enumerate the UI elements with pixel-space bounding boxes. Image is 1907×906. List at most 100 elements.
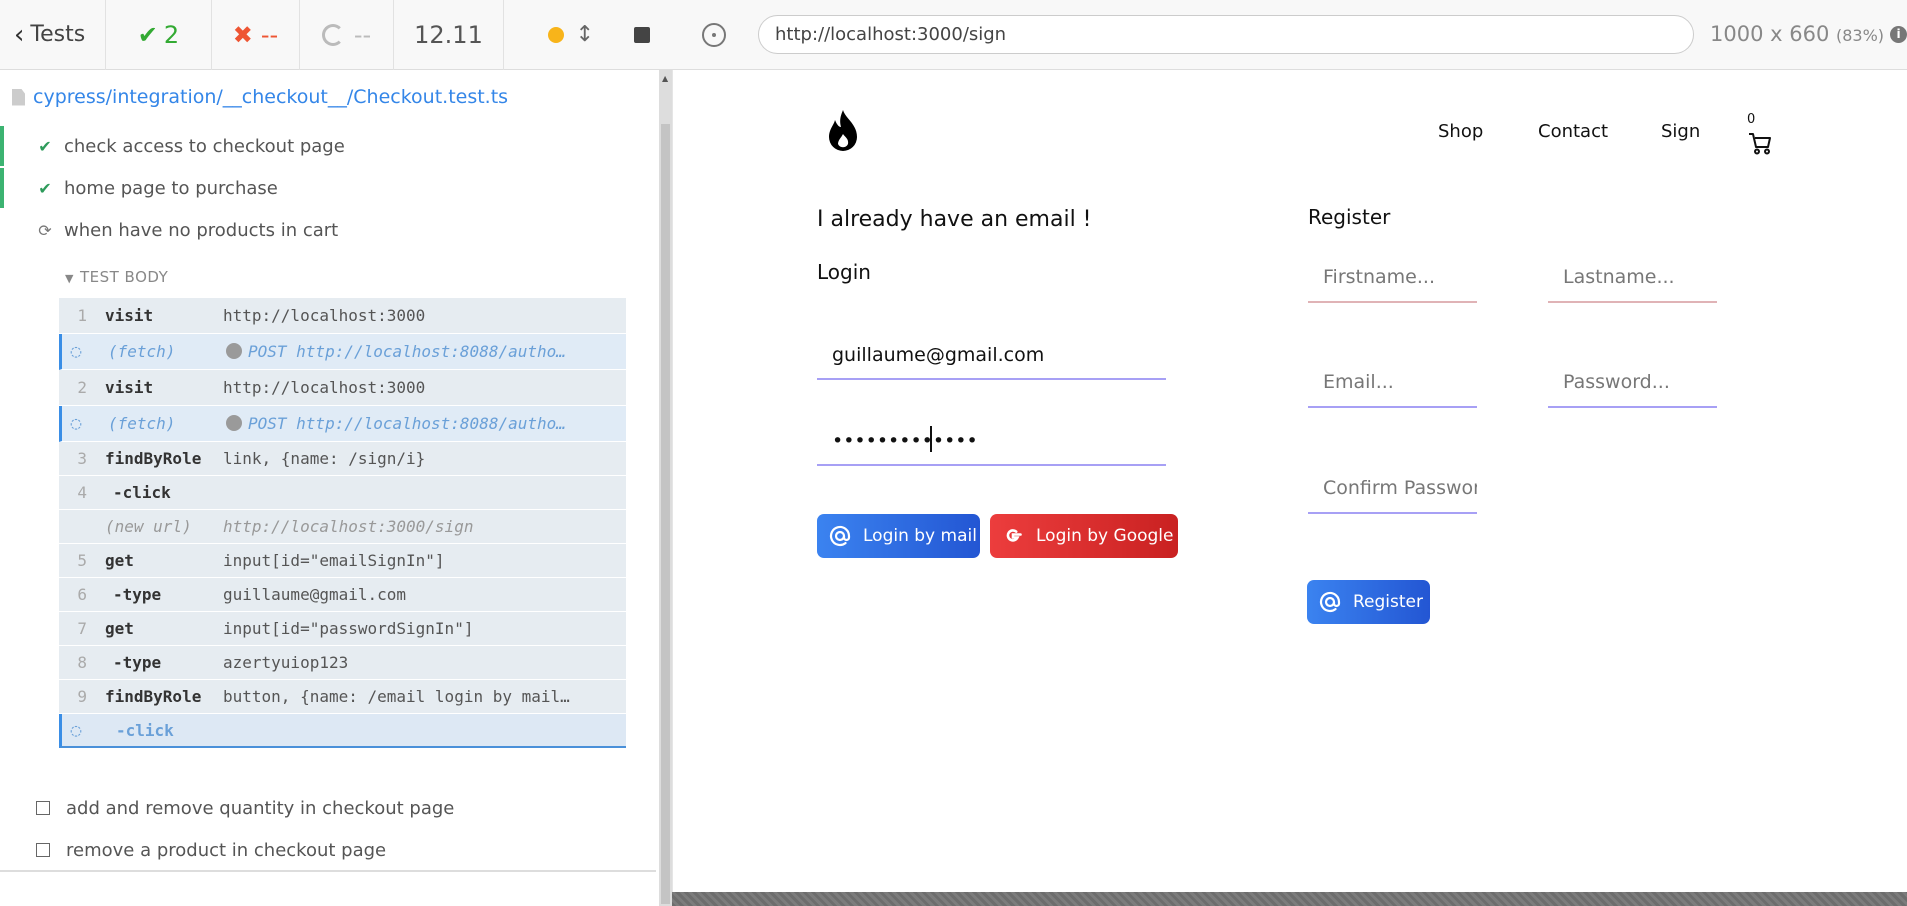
command-message: http://localhost:3000 <box>223 306 426 325</box>
selector-playground-icon[interactable] <box>702 22 726 47</box>
test-item[interactable]: remove a product in checkout page <box>0 830 656 870</box>
file-icon <box>12 88 25 106</box>
spinner-icon: ◌ <box>70 341 82 362</box>
register-heading: Register <box>1308 205 1391 229</box>
register-password-field[interactable] <box>1548 358 1717 408</box>
cart-count: 0 <box>1747 112 1756 127</box>
command-row[interactable]: 1 visit http://localhost:3000 <box>59 298 626 334</box>
register-button[interactable]: Register <box>1307 580 1430 624</box>
passed-count: 2 <box>163 20 180 49</box>
firstname-field[interactable] <box>1308 253 1477 303</box>
url-bar[interactable]: http://localhost:3000/sign <box>758 15 1694 54</box>
command-row[interactable]: 4 -click <box>59 476 626 510</box>
command-name: get <box>105 619 134 638</box>
login-by-mail-button[interactable]: Login by mail <box>817 514 980 558</box>
command-row[interactable]: ◌ -click <box>59 714 626 748</box>
command-row[interactable]: 2 visit http://localhost:3000 <box>59 370 626 406</box>
login-by-google-button[interactable]: Login by Google <box>990 514 1178 558</box>
at-sign-icon <box>829 525 851 547</box>
command-number: 6 <box>77 585 87 604</box>
test-body-label: TEST BODY <box>79 268 169 286</box>
command-row[interactable]: 9 findByRole button, {name: /email login… <box>59 680 626 714</box>
command-name: -type <box>113 585 162 604</box>
command-message: POST http://localhost:8088/autho… <box>226 414 626 433</box>
text-caret <box>930 426 932 452</box>
flame-logo-icon[interactable] <box>823 108 863 154</box>
pending-box-icon <box>36 843 50 857</box>
command-number: 7 <box>77 619 87 638</box>
passed-stat: ✔ 2 <box>106 0 212 70</box>
command-message-text: POST http://localhost:8088/autho… <box>248 414 566 433</box>
login-password-field[interactable] <box>817 418 1166 466</box>
app-under-test-panel: http://localhost:3000/sign 1000 x 660 (8… <box>672 0 1907 906</box>
command-row[interactable]: 5 get input[id="emailSignIn"] <box>59 544 626 578</box>
register-email-field[interactable] <box>1308 358 1477 408</box>
command-number: 2 <box>77 378 87 397</box>
command-number: 4 <box>77 483 87 502</box>
command-message-text: POST http://localhost:8088/autho… <box>248 342 566 361</box>
divider <box>0 870 656 872</box>
nav-shop-link[interactable]: Shop <box>1438 121 1483 142</box>
command-message: http://localhost:3000 <box>223 378 426 397</box>
back-to-tests-button[interactable]: ‹ Tests <box>0 0 106 70</box>
scroll-up-arrow-icon[interactable]: ▲ <box>662 74 668 83</box>
command-message: button, {name: /email login by mail… <box>223 687 570 706</box>
command-log: 1 visit http://localhost:3000 ◌ (fetch) … <box>59 298 626 748</box>
test-item[interactable]: ✔ home page to purchase <box>0 168 656 208</box>
test-item[interactable]: add and remove quantity in checkout page <box>0 788 656 828</box>
test-title: check access to checkout page <box>64 135 345 157</box>
autoscroll-toggle-icon[interactable]: ↕ <box>576 22 594 47</box>
runner-scrollbar[interactable]: ▲ <box>659 70 672 906</box>
check-icon: ✔ <box>137 20 158 49</box>
pending-stat: -- <box>300 0 394 70</box>
test-body-header[interactable]: ▼ TEST BODY <box>65 268 168 286</box>
command-name: -click <box>113 483 171 502</box>
command-message: link, {name: /sign/i} <box>223 449 426 468</box>
test-item[interactable]: ⟳ when have no products in cart <box>0 210 656 250</box>
viewport-size: 1000 x 660 <box>1710 22 1830 46</box>
command-row[interactable]: ◌ (fetch) POST http://localhost:8088/aut… <box>59 334 626 370</box>
test-title: remove a product in checkout page <box>66 839 387 861</box>
lastname-field[interactable] <box>1548 253 1717 303</box>
command-message: POST http://localhost:8088/autho… <box>226 342 626 361</box>
command-message: guillaume@gmail.com <box>223 585 407 604</box>
nav-sign-link[interactable]: Sign <box>1661 121 1700 142</box>
command-number: 9 <box>77 687 87 706</box>
command-message: azertyuiop123 <box>223 653 349 672</box>
command-row[interactable]: 3 findByRole link, {name: /sign/i} <box>59 442 626 476</box>
pending-dot-icon <box>226 415 242 431</box>
spinner-icon: ◌ <box>70 719 82 741</box>
pending-count: -- <box>353 20 372 49</box>
login-email-field[interactable] <box>817 332 1166 380</box>
command-name: findByRole <box>105 449 202 468</box>
command-name: findByRole <box>105 687 202 706</box>
command-name: -type <box>113 653 162 672</box>
aut-header: http://localhost:3000/sign 1000 x 660 (8… <box>672 0 1907 70</box>
command-row[interactable]: 7 get input[id="passwordSignIn"] <box>59 612 626 646</box>
stop-button[interactable] <box>634 26 650 43</box>
command-row[interactable]: (new url) http://localhost:3000/sign <box>59 510 626 544</box>
runner-toolbar: ‹ Tests ✔ 2 ✖ -- -- 12.11 ↕ <box>0 0 672 70</box>
nav-contact-link[interactable]: Contact <box>1538 121 1608 142</box>
refresh-icon: ⟳ <box>38 220 52 240</box>
test-runner-panel: ‹ Tests ✔ 2 ✖ -- -- 12.11 ↕ cypress/inte… <box>0 0 672 906</box>
scrollbar-thumb[interactable] <box>661 124 670 904</box>
test-title: home page to purchase <box>64 177 278 199</box>
chevron-left-icon: ‹ <box>14 19 25 50</box>
command-number: 5 <box>77 551 87 570</box>
viewport-info: 1000 x 660 (83%) <box>1710 22 1884 46</box>
at-sign-icon <box>1319 591 1341 613</box>
spinner-icon: ◌ <box>70 413 82 434</box>
command-row[interactable]: 8 -type azertyuiop123 <box>59 646 626 680</box>
login-heading: I already have an email ! <box>817 207 1092 232</box>
test-item[interactable]: ✔ check access to checkout page <box>0 126 656 166</box>
viewport-scale: (83%) <box>1836 26 1885 45</box>
info-icon[interactable]: i <box>1890 26 1907 43</box>
spec-file-path[interactable]: cypress/integration/__checkout__/Checkou… <box>0 75 660 119</box>
caret-down-icon: ▼ <box>65 272 74 285</box>
shopping-cart-icon[interactable] <box>1747 130 1773 156</box>
confirm-password-field[interactable] <box>1308 464 1477 514</box>
command-row[interactable]: 6 -type guillaume@gmail.com <box>59 578 626 612</box>
command-row[interactable]: ◌ (fetch) POST http://localhost:8088/aut… <box>59 406 626 442</box>
login-by-mail-label: Login by mail <box>863 526 977 546</box>
